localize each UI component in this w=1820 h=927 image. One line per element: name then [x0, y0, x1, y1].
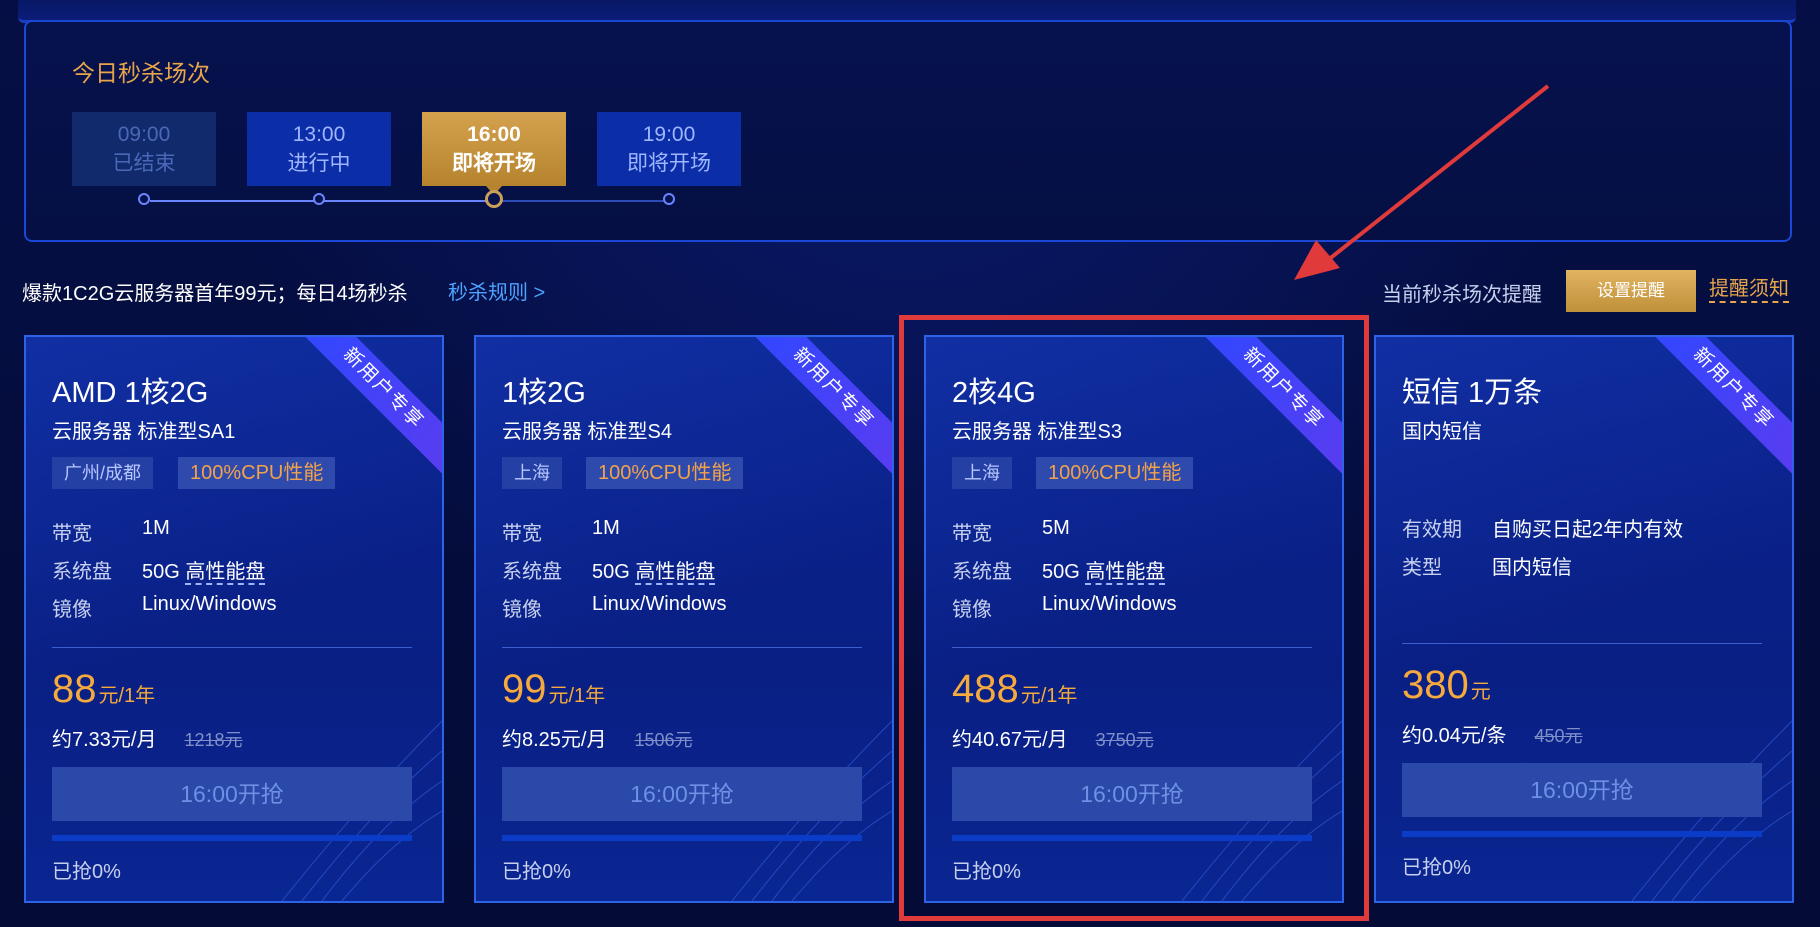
progress-bar	[502, 835, 862, 841]
card-divider	[502, 647, 862, 648]
region-tag: 上海	[502, 457, 562, 489]
slot-time: 09:00	[117, 123, 171, 146]
spec-value: 1M	[592, 517, 620, 539]
cpu-tag: 100%CPU性能	[586, 457, 744, 489]
spec-value-prefix: 50G	[592, 561, 636, 583]
disk-type-link[interactable]: 高性能盘	[185, 561, 266, 585]
wave-decoration	[282, 720, 442, 901]
unit-price: 约7.33元/月 1218元	[52, 723, 243, 752]
rules-link[interactable]: 秒杀规则 >	[448, 276, 545, 305]
slot-time: 13:00	[292, 123, 346, 146]
session-title: 今日秒杀场次	[72, 60, 210, 86]
spec-value: 50G 高性能盘	[142, 555, 266, 585]
original-price: 450元	[1534, 726, 1583, 746]
grab-button[interactable]: 16:00开抢	[502, 767, 862, 821]
cpu-tag: 100%CPU性能	[178, 457, 336, 489]
slot-time: 19:00	[642, 123, 696, 146]
spec-label: 有效期	[1402, 519, 1462, 541]
card-title: AMD 1核2G	[52, 377, 209, 409]
reminder-notice-link[interactable]: 提醒须知	[1709, 277, 1789, 303]
progress-text: 已抢0%	[52, 861, 121, 883]
unit-price: 约0.04元/条 450元	[1402, 719, 1583, 748]
slot-time: 16:00	[467, 123, 521, 146]
slot-status: 即将开场	[627, 152, 711, 175]
product-card: 新用户专享 1核2G 云服务器 标准型S4 上海 100%CPU性能 带宽 1M…	[474, 335, 894, 903]
spec-value: 50G 高性能盘	[592, 555, 716, 585]
per-unit-price: 约0.04元/条	[1402, 725, 1507, 747]
timeline-dot-active	[485, 190, 503, 208]
spec-label: 镜像	[52, 599, 92, 621]
spec-label: 镜像	[502, 599, 542, 621]
price-unit: 元	[1470, 681, 1491, 703]
card-divider	[52, 647, 412, 648]
card-subtitle: 云服务器 标准型S4	[502, 421, 673, 443]
timeline-dot	[138, 193, 150, 205]
per-month-price: 约8.25元/月	[502, 729, 607, 751]
card-title: 短信 1万条	[1402, 377, 1543, 409]
wave-decoration	[1632, 720, 1792, 901]
spec-value: Linux/Windows	[142, 593, 277, 615]
spec-value: 自购买日起2年内有效	[1492, 519, 1684, 541]
slot-0900[interactable]: 09:00 已结束	[72, 112, 216, 186]
wave-decoration	[732, 720, 892, 901]
progress-bar	[52, 835, 412, 841]
new-user-ribbon: 新用户专享	[296, 337, 442, 476]
slot-status: 进行中	[287, 152, 351, 175]
price-value: 88	[52, 667, 97, 711]
slot-1600[interactable]: 16:00 即将开场	[422, 112, 566, 195]
unit-price: 约8.25元/月 1506元	[502, 723, 693, 752]
annotation-arrow-icon	[1294, 84, 1550, 280]
grab-button[interactable]: 16:00开抢	[1402, 763, 1762, 817]
timeline-dot	[663, 193, 675, 205]
progress-text: 已抢0%	[1402, 857, 1471, 879]
set-reminder-button[interactable]: 设置提醒	[1566, 270, 1696, 312]
spec-value: Linux/Windows	[592, 593, 727, 615]
original-price: 1218元	[184, 730, 243, 750]
card-subtitle: 国内短信	[1402, 421, 1482, 443]
card-divider	[1402, 643, 1762, 644]
spec-label: 类型	[1402, 557, 1442, 579]
original-price: 1506元	[634, 730, 693, 750]
price-value: 380	[1402, 663, 1469, 707]
disk-type-link[interactable]: 高性能盘	[635, 561, 716, 585]
slot-1300[interactable]: 13:00 进行中	[247, 112, 391, 186]
slot-status: 已结束	[112, 152, 176, 175]
spec-value: 国内短信	[1492, 557, 1572, 579]
spec-label: 系统盘	[502, 561, 562, 583]
price-unit: 元/1年	[548, 685, 606, 707]
product-card: 新用户专享 短信 1万条 国内短信 有效期 自购买日起2年内有效 类型 国内短信…	[1374, 335, 1794, 903]
new-user-ribbon: 新用户专享	[1646, 337, 1792, 476]
spec-value: 1M	[142, 517, 170, 539]
spec-label: 系统盘	[52, 561, 112, 583]
card-subtitle: 云服务器 标准型SA1	[52, 421, 236, 443]
price-unit: 元/1年	[98, 685, 156, 707]
grab-button[interactable]: 16:00开抢	[52, 767, 412, 821]
flash-sale-page: 今日秒杀场次 09:00 已结束 13:00 进行中 16:00 即将开场 19…	[0, 0, 1820, 927]
progress-bar	[1402, 831, 1762, 837]
price: 99 元/1年	[502, 667, 605, 712]
spec-label: 带宽	[502, 523, 542, 545]
region-tag: 广州/成都	[52, 457, 154, 489]
slot-1900[interactable]: 19:00 即将开场	[597, 112, 741, 186]
slot-status: 即将开场	[452, 152, 536, 175]
progress-text: 已抢0%	[502, 861, 571, 883]
price-value: 99	[502, 667, 547, 711]
timeline-dot	[313, 193, 325, 205]
price: 380 元	[1402, 663, 1491, 708]
per-month-price: 约7.33元/月	[52, 729, 157, 751]
new-user-ribbon: 新用户专享	[746, 337, 892, 476]
card-title: 1核2G	[502, 377, 586, 409]
promo-text: 爆款1C2G云服务器首年99元；每日4场秒杀	[22, 283, 408, 305]
price: 88 元/1年	[52, 667, 155, 712]
spec-label: 带宽	[52, 523, 92, 545]
highlight-box	[899, 315, 1369, 921]
product-card: 新用户专享 AMD 1核2G 云服务器 标准型SA1 广州/成都 100%CPU…	[24, 335, 444, 903]
timeline-line-upcoming	[494, 200, 670, 202]
spec-value-prefix: 50G	[142, 561, 186, 583]
